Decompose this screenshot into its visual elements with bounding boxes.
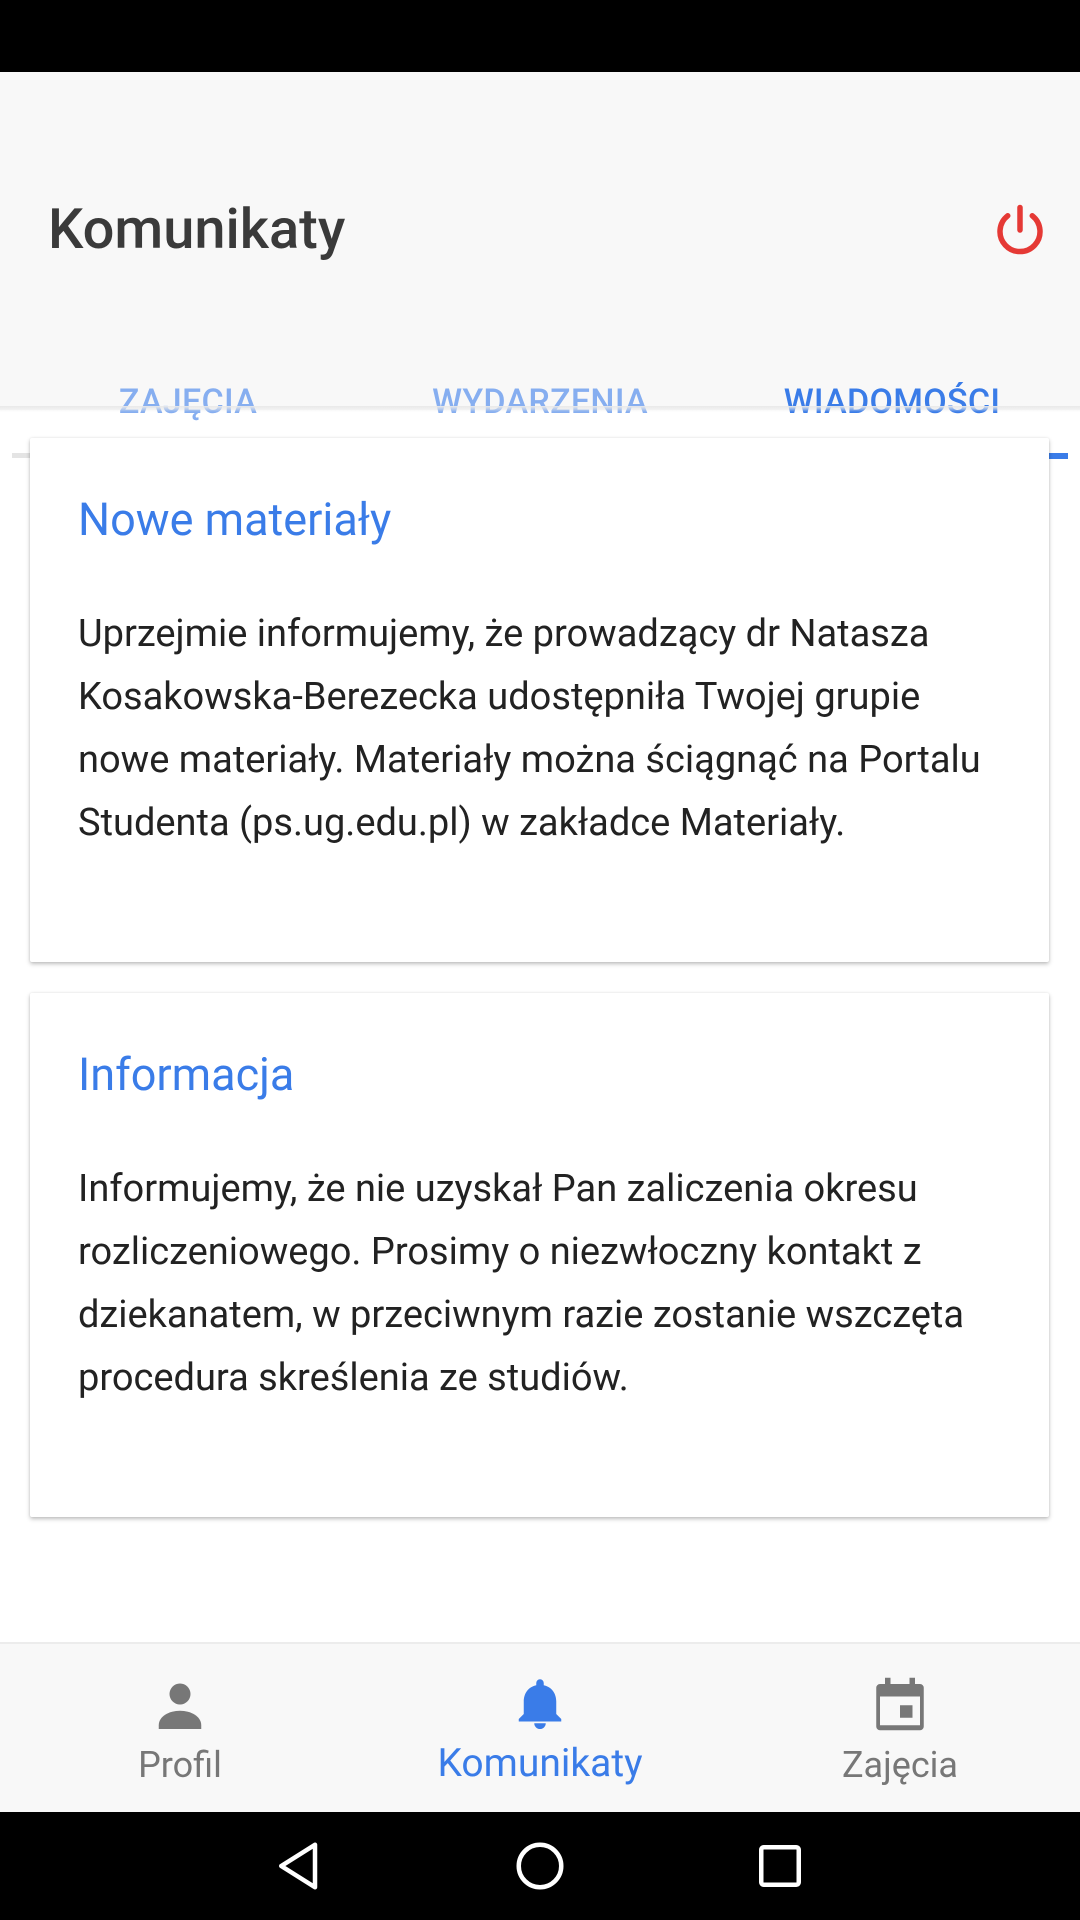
nav-label: Komunikaty [437,1740,643,1786]
page-title: Komunikaty [48,196,346,262]
recent-apps-button[interactable] [750,1836,810,1896]
back-icon [279,1842,318,1890]
message-card[interactable]: Informacja Informujemy, że nie uzyskał P… [30,993,1049,1517]
status-bar [0,0,1080,72]
calendar-icon [876,1677,924,1731]
nav-item-komunikaty[interactable]: Komunikaty [360,1644,720,1814]
tab-wiadomosci[interactable]: WIADOMOŚCI [716,354,1068,450]
message-title: Nowe materiały [78,493,392,546]
nav-label: Profil [138,1744,222,1786]
power-icon [997,204,1043,255]
tab-zajecia[interactable]: ZAJĘCIA [12,354,364,450]
person-icon [158,1683,202,1729]
nav-item-zajecia[interactable]: Zajęcia [720,1644,1080,1814]
bottom-navigation: Profil Komunikaty Zajęcia [0,1642,1080,1814]
message-title: Informacja [78,1048,295,1101]
home-icon [516,1842,564,1890]
system-navigation-bar [0,1812,1080,1920]
nav-label: Zajęcia [841,1744,959,1786]
message-body: Uprzejmie informujemy, że prowadzący dr … [78,612,981,845]
bell-icon [518,1679,562,1729]
app-header: Komunikaty ZAJĘCIA WYDARZENIA WIADOMOŚCI [0,72,1080,459]
message-body: Informujemy, że nie uzyskał Pan zaliczen… [78,1167,965,1400]
tab-wydarzenia[interactable]: WYDARZENIA [364,354,716,450]
square-icon [759,1845,801,1887]
home-button[interactable] [510,1836,570,1896]
logout-button[interactable] [990,200,1050,260]
back-button[interactable] [270,1836,330,1896]
header-shadow [0,406,1080,412]
message-card[interactable]: Nowe materiały Uprzejmie informujemy, że… [30,438,1049,962]
nav-item-profil[interactable]: Profil [0,1644,360,1814]
